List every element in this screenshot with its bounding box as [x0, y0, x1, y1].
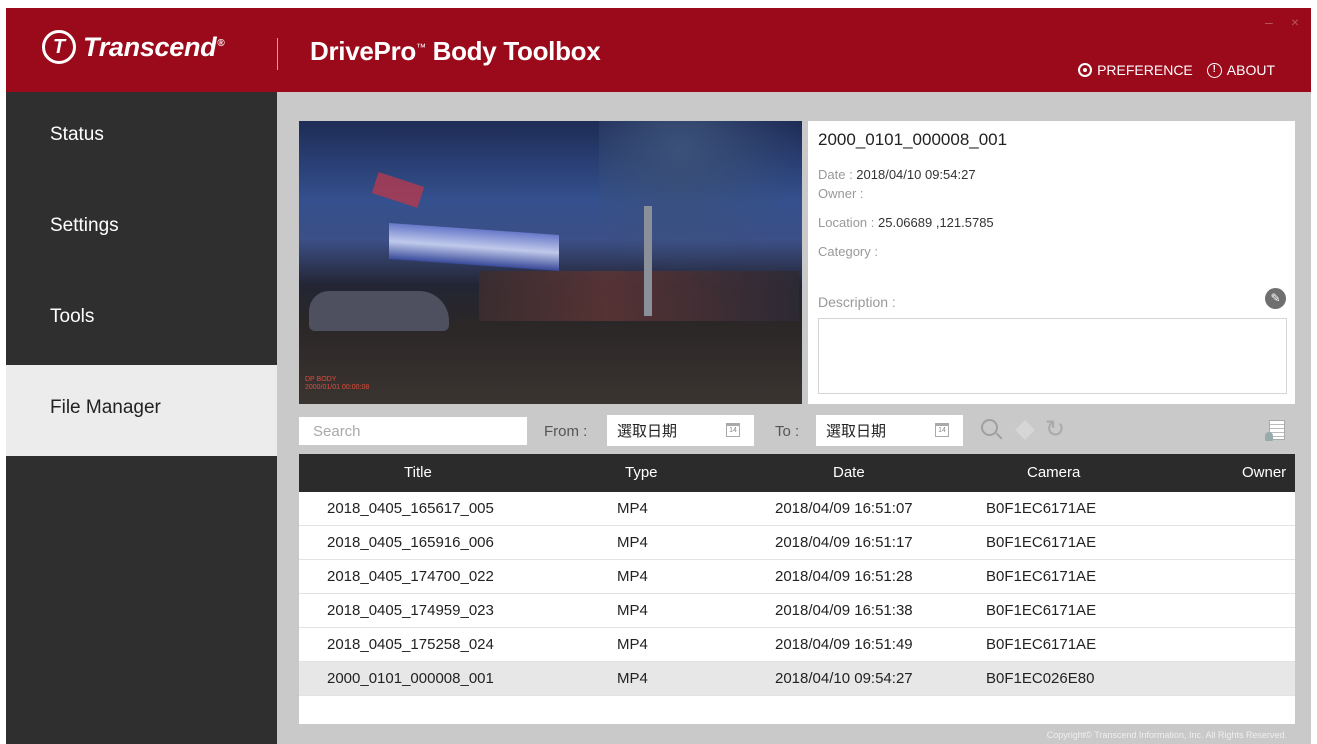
preview-scene-pole: [644, 206, 652, 316]
search-icon[interactable]: [979, 417, 1005, 443]
refresh-icon[interactable]: ↻: [1042, 417, 1068, 443]
sidebar-item-status[interactable]: Status: [6, 92, 277, 183]
sidebar-item-file-manager[interactable]: File Manager: [6, 365, 277, 456]
table-row[interactable]: 2018_0405_165916_006 MP4 2018/04/09 16:5…: [299, 526, 1295, 560]
cell-date: 2018/04/09 16:51:38: [775, 602, 913, 619]
sidebar-item-label: File Manager: [50, 396, 161, 418]
file-table: Title Type Date Camera Owner 2018_0405_1…: [299, 454, 1295, 724]
brand-name: Transcend®: [83, 31, 225, 62]
cell-type: MP4: [617, 534, 648, 551]
preview-scene-sign: [371, 172, 425, 208]
table-row[interactable]: 2018_0405_174959_023 MP4 2018/04/09 16:5…: [299, 594, 1295, 628]
cell-title: 2018_0405_165916_006: [327, 534, 494, 551]
preview-stamp-line1: DP BODY: [305, 376, 337, 383]
column-header-date[interactable]: Date: [833, 464, 865, 481]
header-divider: [277, 38, 278, 70]
cell-type: MP4: [617, 568, 648, 585]
table-row[interactable]: 2018_0405_174700_022 MP4 2018/04/09 16:5…: [299, 560, 1295, 594]
cell-date: 2018/04/10 09:54:27: [775, 670, 913, 687]
preference-label: PREFERENCE: [1097, 62, 1193, 78]
meta-owner: Owner :: [818, 186, 864, 201]
table-header: Title Type Date Camera Owner: [299, 454, 1295, 492]
video-preview[interactable]: DP BODY 2000/01/01 00:00:08: [299, 121, 802, 404]
preview-scene-car: [309, 291, 449, 331]
sidebar-item-label: Tools: [50, 305, 95, 327]
preview-scene-station: [389, 223, 559, 271]
cell-date: 2018/04/09 16:51:17: [775, 534, 913, 551]
preview-stamp-line2: 2000/01/01 00:00:08: [305, 384, 370, 391]
cell-date: 2018/04/09 16:51:07: [775, 500, 913, 517]
preview-scene-sky: [599, 121, 802, 271]
from-label: From :: [544, 423, 588, 440]
meta-location: Location : 25.06689 ,121.5785: [818, 215, 994, 230]
cell-camera: B0F1EC6171AE: [986, 568, 1097, 585]
from-date-picker[interactable]: 選取日期 14: [607, 415, 754, 446]
transcend-logo: T Transcend®: [42, 30, 225, 64]
cell-title: 2018_0405_174700_022: [327, 568, 494, 585]
cell-type: MP4: [617, 670, 648, 687]
cell-title: 2018_0405_174959_023: [327, 602, 494, 619]
cell-camera: B0F1EC6171AE: [986, 500, 1097, 517]
cell-date: 2018/04/09 16:51:28: [775, 568, 913, 585]
to-label: To :: [775, 423, 800, 440]
from-date-value: 選取日期: [617, 423, 678, 440]
cell-date: 2018/04/09 16:51:49: [775, 636, 913, 653]
calendar-icon[interactable]: 14: [935, 423, 949, 437]
to-date-value: 選取日期: [826, 423, 887, 440]
meta-category: Category :: [818, 244, 878, 259]
title-bar: T Transcend® DrivePro™ Body Toolbox – × …: [6, 8, 1311, 92]
sidebar-item-label: Status: [50, 123, 104, 145]
cell-camera: B0F1EC6171AE: [986, 534, 1097, 551]
sidebar-item-label: Settings: [50, 214, 119, 236]
preference-button[interactable]: PREFERENCE: [1078, 62, 1193, 78]
info-icon: !: [1206, 62, 1222, 78]
window-controls: – ×: [1265, 14, 1299, 30]
copyright-footer: Copyright© Transcend Information, Inc. A…: [1046, 730, 1287, 740]
cell-camera: B0F1EC6171AE: [986, 636, 1097, 653]
about-button[interactable]: ! ABOUT: [1206, 62, 1275, 78]
file-title: 2000_0101_000008_001: [818, 130, 1008, 149]
calendar-icon[interactable]: 14: [726, 423, 740, 437]
cell-type: MP4: [617, 602, 648, 619]
search-input[interactable]: [299, 417, 527, 445]
meta-description-label: Description :: [818, 294, 896, 310]
to-date-picker[interactable]: 選取日期 14: [816, 415, 963, 446]
table-row[interactable]: 2018_0405_165617_005 MP4 2018/04/09 16:5…: [299, 492, 1295, 526]
cell-title: 2018_0405_175258_024: [327, 636, 494, 653]
meta-date: Date : 2018/04/10 09:54:27: [818, 167, 976, 182]
gear-icon: [1078, 63, 1093, 77]
cell-camera: B0F1EC026E80: [986, 670, 1095, 687]
cell-type: MP4: [617, 500, 648, 517]
export-list-icon[interactable]: [1263, 417, 1289, 443]
clear-filter-icon[interactable]: [1012, 417, 1038, 443]
sidebar-item-settings[interactable]: Settings: [6, 183, 277, 274]
sidebar-item-tools[interactable]: Tools: [6, 274, 277, 365]
cell-title: 2000_0101_000008_001: [327, 670, 494, 687]
cell-type: MP4: [617, 636, 648, 653]
transcend-logo-mark-icon: T: [42, 30, 76, 64]
app-window: T Transcend® DrivePro™ Body Toolbox – × …: [6, 8, 1311, 744]
minimize-button[interactable]: –: [1265, 14, 1273, 30]
sidebar: Status Settings Tools File Manager: [6, 92, 277, 744]
app-title: DrivePro™ Body Toolbox: [310, 36, 601, 66]
column-header-camera[interactable]: Camera: [1027, 464, 1080, 481]
edit-pencil-icon[interactable]: ✎: [1265, 288, 1286, 309]
column-header-title[interactable]: Title: [404, 464, 432, 481]
header-actions: PREFERENCE ! ABOUT: [1078, 62, 1275, 78]
file-details-panel: 2000_0101_000008_001 Date : 2018/04/10 0…: [808, 121, 1295, 404]
cell-camera: B0F1EC6171AE: [986, 602, 1097, 619]
table-row-selected[interactable]: 2000_0101_000008_001 MP4 2018/04/10 09:5…: [299, 662, 1295, 696]
column-header-type[interactable]: Type: [625, 464, 658, 481]
description-field[interactable]: [818, 318, 1287, 394]
preview-timestamp-overlay: DP BODY 2000/01/01 00:00:08: [305, 376, 369, 392]
column-header-owner[interactable]: Owner: [1242, 464, 1286, 481]
cell-title: 2018_0405_165617_005: [327, 500, 494, 517]
preview-scene-traffic: [479, 271, 799, 321]
close-button[interactable]: ×: [1291, 14, 1299, 30]
about-label: ABOUT: [1226, 62, 1275, 78]
table-row[interactable]: 2018_0405_175258_024 MP4 2018/04/09 16:5…: [299, 628, 1295, 662]
